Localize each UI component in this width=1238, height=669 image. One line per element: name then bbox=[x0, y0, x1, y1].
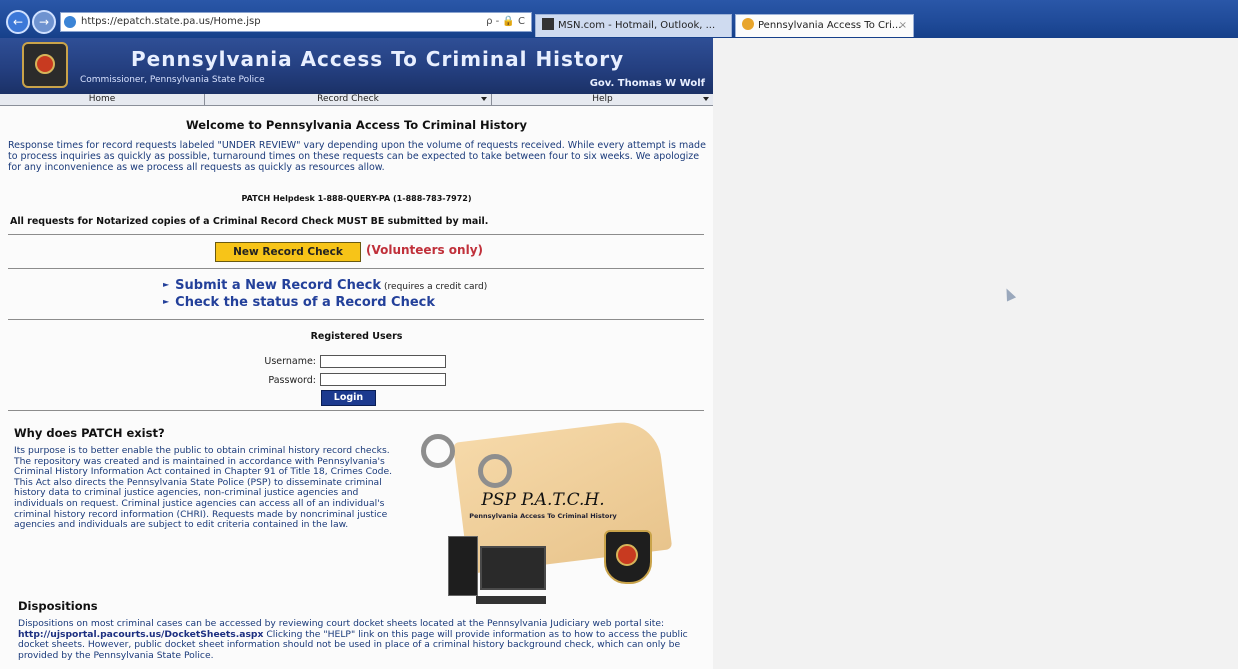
bullet-arrow-icon: ► bbox=[163, 280, 170, 289]
governor-label: Gov. Thomas W Wolf bbox=[589, 78, 705, 89]
helpdesk-phone: PATCH Helpdesk 1-888-QUERY-PA (1-888-783… bbox=[241, 194, 472, 203]
submit-record-check-link[interactable]: Submit a New Record Check bbox=[175, 278, 381, 293]
close-tab-icon[interactable]: × bbox=[899, 15, 907, 37]
handcuffs-icon bbox=[478, 454, 512, 488]
msn-favicon-icon bbox=[542, 18, 554, 30]
divider bbox=[8, 319, 704, 320]
menu-item-help[interactable]: Help bbox=[492, 94, 713, 105]
dispositions-heading: Dispositions bbox=[18, 599, 98, 613]
why-patch-text: Its purpose is to better enable the publ… bbox=[14, 445, 393, 531]
response-times-notice: Response times for record requests label… bbox=[8, 140, 706, 173]
dispositions-text-before: Dispositions on most criminal cases can … bbox=[18, 618, 665, 629]
site-favicon-icon bbox=[64, 16, 76, 28]
caret-down-icon bbox=[481, 97, 487, 101]
welcome-heading: Welcome to Pennsylvania Access To Crimin… bbox=[185, 118, 528, 132]
login-button[interactable]: Login bbox=[321, 390, 376, 406]
credit-card-note: (requires a credit card) bbox=[384, 282, 488, 292]
address-url: https://epatch.state.pa.us/Home.jsp bbox=[81, 16, 261, 27]
computer-tower-icon bbox=[448, 536, 478, 596]
submit-record-check-row: ► Submit a New Record Check (requires a cr… bbox=[163, 278, 487, 293]
address-bar[interactable]: https://epatch.state.pa.us/Home.jsp ρ - … bbox=[60, 12, 532, 32]
forward-arrow-icon[interactable]: → bbox=[32, 10, 56, 34]
check-status-link[interactable]: Check the status of a Record Check bbox=[175, 295, 435, 310]
why-patch-heading: Why does PATCH exist? bbox=[14, 426, 165, 440]
username-input[interactable] bbox=[320, 355, 446, 368]
volunteers-only-note: (Volunteers only) bbox=[366, 243, 484, 257]
ie-favicon-icon bbox=[742, 18, 754, 30]
state-police-badge-icon bbox=[604, 530, 652, 584]
computer-monitor-icon bbox=[480, 546, 546, 590]
tab-msn-label: MSN.com - Hotmail, Outlook, ... bbox=[558, 20, 716, 31]
state-police-seal-icon bbox=[22, 42, 68, 88]
notarized-notice: All requests for Notarized copies of a C… bbox=[10, 216, 489, 227]
menu-item-help-label: Help bbox=[592, 94, 613, 104]
mouse-cursor-icon bbox=[1001, 286, 1017, 302]
back-arrow-icon[interactable]: ← bbox=[6, 10, 30, 34]
bullet-arrow-icon: ► bbox=[163, 297, 170, 306]
patch-illustration: PSP P.A.T.C.H. Pennsylvania Access To Cr… bbox=[418, 418, 673, 622]
menu-item-record-check[interactable]: Record Check bbox=[205, 94, 492, 105]
dispositions-text: Dispositions on most criminal cases can … bbox=[18, 618, 708, 661]
docket-sheets-link[interactable]: http://ujsportal.pacourts.us/DocketSheet… bbox=[18, 629, 263, 640]
registered-users-heading: Registered Users bbox=[310, 331, 403, 342]
password-input[interactable] bbox=[320, 373, 446, 386]
divider bbox=[8, 410, 704, 411]
menu-item-home[interactable]: Home bbox=[0, 94, 205, 105]
tab-patch[interactable]: Pennsylvania Access To Cri... × bbox=[735, 14, 914, 37]
psp-patch-logo: PSP P.A.T.C.H. bbox=[481, 490, 605, 510]
menu-item-record-check-label: Record Check bbox=[317, 94, 379, 104]
site-title: Pennsylvania Access To Criminal History bbox=[131, 47, 625, 71]
menu-bar: Home Record Check Help bbox=[0, 94, 713, 106]
site-banner: Pennsylvania Access To Criminal History … bbox=[0, 38, 713, 94]
new-record-check-button[interactable]: New Record Check bbox=[215, 242, 361, 262]
check-status-row: ► Check the status of a Record Check bbox=[163, 295, 435, 310]
password-label: Password: bbox=[268, 375, 316, 386]
username-label: Username: bbox=[264, 356, 316, 367]
psp-patch-subtitle: Pennsylvania Access To Criminal History bbox=[469, 512, 617, 520]
caret-down-icon bbox=[703, 97, 709, 101]
page-content: Pennsylvania Access To Criminal History … bbox=[0, 38, 713, 669]
commissioner-label: Commissioner, Pennsylvania State Police bbox=[80, 75, 265, 85]
browser-toolbar: ← → https://epatch.state.pa.us/Home.jsp … bbox=[0, 0, 1238, 38]
tab-msn[interactable]: MSN.com - Hotmail, Outlook, ... bbox=[535, 14, 732, 37]
tab-patch-label: Pennsylvania Access To Cri... bbox=[758, 20, 902, 31]
keyboard-icon bbox=[476, 596, 546, 604]
divider bbox=[8, 268, 704, 269]
address-tools-icons[interactable]: ρ - 🔒 C bbox=[486, 13, 525, 31]
divider bbox=[8, 234, 704, 235]
handcuffs-icon bbox=[421, 434, 455, 468]
